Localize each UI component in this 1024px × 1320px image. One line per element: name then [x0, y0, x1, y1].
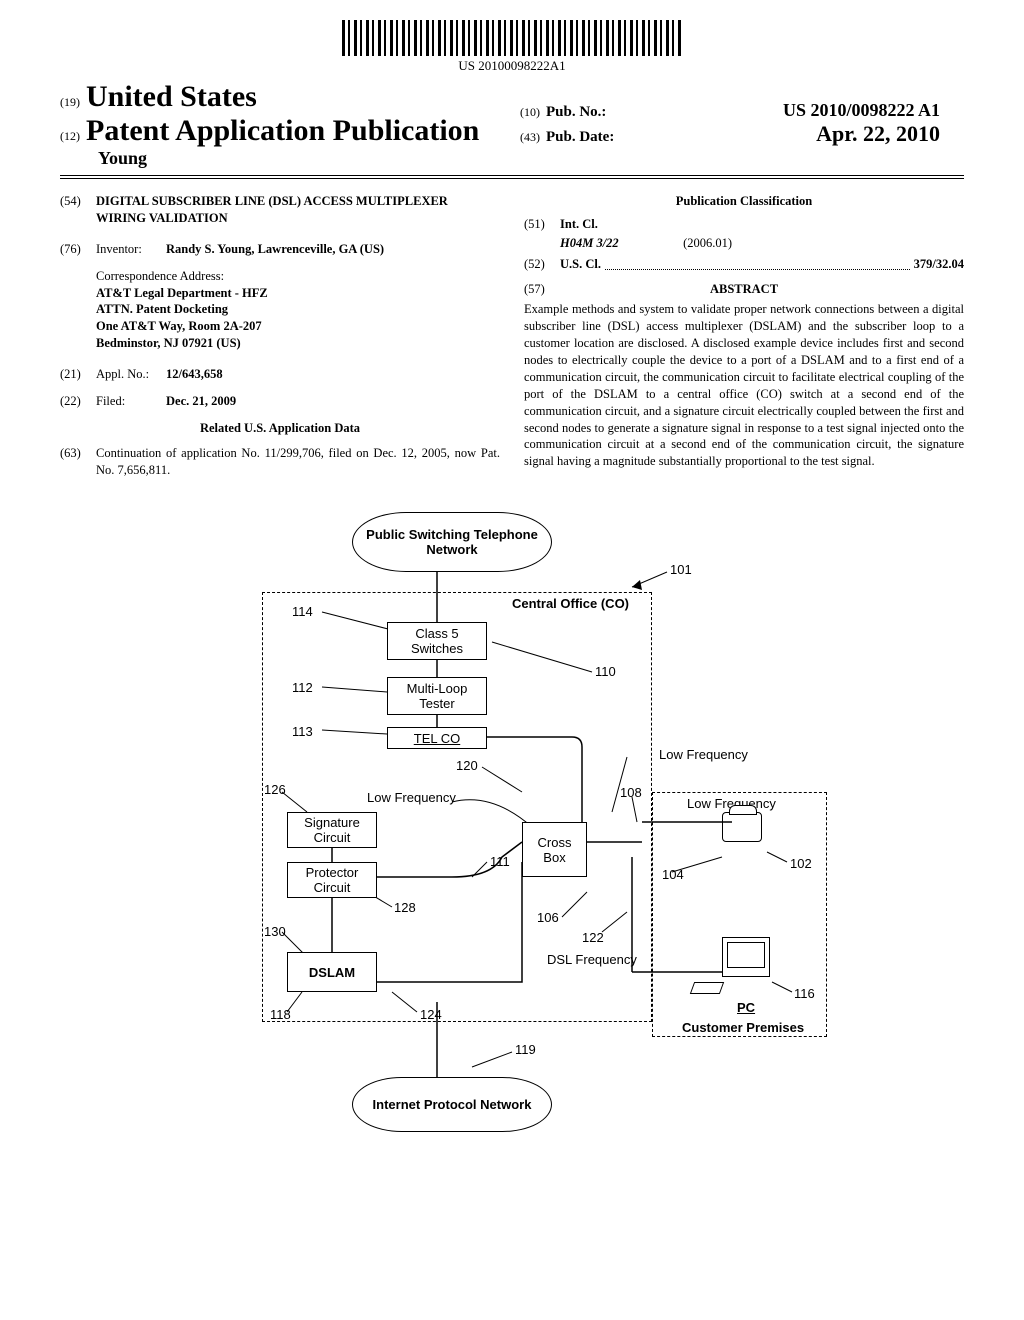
ref-113: 113 [292, 724, 313, 739]
co-label: Central Office (CO) [512, 596, 629, 611]
box-dslam: DSLAM [287, 952, 377, 992]
corr-line-4: Bedminstor, NJ 07921 (US) [96, 335, 500, 352]
ref-120: 120 [456, 758, 478, 773]
abstract-heading: ABSTRACT [710, 281, 778, 298]
ref-104: 104 [662, 867, 684, 882]
country-code: (19) [60, 95, 80, 110]
barcode-block: US 20100098222A1 [60, 20, 964, 74]
ref-114: 114 [292, 604, 313, 619]
correspondence-address: Correspondence Address: AT&T Legal Depar… [96, 268, 500, 352]
filed-code: (22) [60, 393, 96, 410]
barcode [342, 20, 682, 56]
intcl-row: H04M 3/22 (2006.01) [560, 235, 964, 252]
intcl-class: H04M 3/22 [560, 235, 680, 252]
pc-label: PC [737, 1000, 755, 1015]
pub-no-label: Pub. No.: [546, 104, 606, 121]
box-class5: Class 5 Switches [387, 622, 487, 660]
customer-premises-label: Customer Premises [682, 1020, 804, 1035]
box-protector: Protector Circuit [287, 862, 377, 898]
title-code: (54) [60, 193, 96, 227]
pub-no: US 2010/0098222 A1 [783, 100, 940, 121]
pub-class-heading: Publication Classification [524, 193, 964, 210]
cloud-ipn: Internet Protocol Network [352, 1077, 552, 1132]
country: United States [86, 80, 257, 114]
ref-116: 116 [794, 986, 815, 1001]
ref-110: 110 [595, 664, 616, 679]
related-code: (63) [60, 445, 96, 479]
figure-diagram: Public Switching Telephone Network Inter… [192, 512, 832, 1172]
appl-code: (21) [60, 366, 96, 383]
ref-122: 122 [582, 930, 604, 945]
right-column: Publication Classification (51) Int. Cl.… [524, 193, 964, 488]
pub-date-label: Pub. Date: [546, 129, 614, 146]
filed-date: Dec. 21, 2009 [166, 393, 500, 410]
ref-128: 128 [394, 900, 416, 915]
uscl-label: U.S. Cl. [560, 256, 601, 273]
abstract-code: (57) [524, 281, 560, 298]
intcl-code: (51) [524, 216, 560, 233]
box-mlt: Multi-Loop Tester [387, 677, 487, 715]
monitor-icon [722, 937, 770, 977]
intcl-label: Int. Cl. [560, 216, 598, 233]
inventor-code: (76) [60, 241, 96, 258]
rule-top [60, 175, 964, 176]
cloud-pstn: Public Switching Telephone Network [352, 512, 552, 572]
left-column: (54) DIGITAL SUBSCRIBER LINE (DSL) ACCES… [60, 193, 500, 488]
ref-108: 108 [620, 785, 642, 800]
ref-124: 124 [420, 1007, 442, 1022]
abstract-text: Example methods and system to validate p… [524, 301, 964, 470]
box-signature: Signature Circuit [287, 812, 377, 848]
dot-leader [605, 256, 910, 270]
pub-type-code: (12) [60, 129, 80, 144]
ref-130: 130 [264, 924, 286, 939]
ref-106: 106 [537, 910, 559, 925]
intcl-date: (2006.01) [683, 236, 732, 250]
lbl-dslfreq: DSL Frequency [547, 952, 637, 967]
pub-no-code: (10) [520, 105, 540, 120]
appl-no: 12/643,658 [166, 366, 500, 383]
header-right: (10) Pub. No.: US 2010/0098222 A1 (43) P… [520, 100, 940, 147]
ref-119: 119 [515, 1042, 536, 1057]
corr-line-2: ATTN. Patent Docketing [96, 301, 500, 318]
corr-line-3: One AT&T Way, Room 2A-207 [96, 318, 500, 335]
inventor-label: Inventor: [96, 241, 166, 258]
ref-102: 102 [790, 856, 812, 871]
appl-label: Appl. No.: [96, 366, 166, 383]
invention-title: DIGITAL SUBSCRIBER LINE (DSL) ACCESS MUL… [96, 193, 500, 227]
pub-type: Patent Application Publication [86, 114, 479, 148]
filed-label: Filed: [96, 393, 166, 410]
ref-101: 101 [670, 562, 692, 577]
rule-top-thin [60, 178, 964, 179]
lbl-lowfreq-mid: Low Frequency [659, 747, 748, 762]
ref-112: 112 [292, 680, 313, 695]
corr-label: Correspondence Address: [96, 268, 500, 285]
ref-118: 118 [270, 1007, 291, 1022]
pub-date-code: (43) [520, 130, 540, 145]
body-columns: (54) DIGITAL SUBSCRIBER LINE (DSL) ACCES… [60, 193, 964, 488]
inventor-name: Randy S. Young, Lawrenceville, GA (US) [166, 241, 500, 258]
inventor-surname: Young [98, 148, 147, 169]
uscl-code: (52) [524, 256, 560, 273]
related-text: Continuation of application No. 11/299,7… [96, 445, 500, 479]
ref-126: 126 [264, 782, 286, 797]
keyboard-icon [690, 982, 724, 994]
uscl-val: 379/32.04 [914, 256, 964, 273]
phone-icon [722, 812, 762, 842]
barcode-label: US 20100098222A1 [458, 58, 565, 74]
corr-line-1: AT&T Legal Department - HFZ [96, 285, 500, 302]
pub-date: Apr. 22, 2010 [816, 121, 940, 147]
box-crossbox: Cross Box [522, 822, 587, 877]
related-heading: Related U.S. Application Data [60, 420, 500, 437]
ref-111: 111 [490, 854, 510, 869]
lbl-lowfreq-left: Low Frequency [367, 790, 456, 805]
box-telco: TEL CO [387, 727, 487, 749]
